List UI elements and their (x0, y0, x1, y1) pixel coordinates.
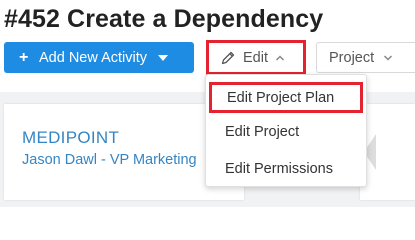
chevron-down-icon (384, 54, 393, 61)
add-new-activity-label: Add New Activity (39, 49, 147, 66)
caret-down-icon (158, 54, 168, 61)
edit-button-label: Edit (243, 49, 268, 66)
edit-button[interactable]: Edit (206, 40, 306, 75)
contact-link[interactable]: Jason Dawl - VP Marketing (22, 152, 197, 168)
menu-item-edit-permissions[interactable]: Edit Permissions (206, 155, 366, 182)
add-new-activity-button[interactable]: + Add New Activity (4, 42, 194, 73)
side-panel (360, 104, 415, 200)
project-button[interactable]: Project (316, 42, 415, 73)
company-link[interactable]: MEDIPOINT (22, 128, 119, 148)
chevron-up-icon (275, 54, 285, 61)
menu-item-edit-project[interactable]: Edit Project (206, 118, 366, 145)
page-title: #452 Create a Dependency (4, 5, 324, 33)
pencil-icon (221, 51, 235, 64)
edit-dropdown-menu: Edit Project Plan Edit Project Edit Perm… (205, 74, 367, 187)
plus-icon: + (19, 48, 29, 66)
menu-item-edit-project-plan[interactable]: Edit Project Plan (209, 82, 363, 113)
project-button-label: Project (329, 49, 375, 66)
